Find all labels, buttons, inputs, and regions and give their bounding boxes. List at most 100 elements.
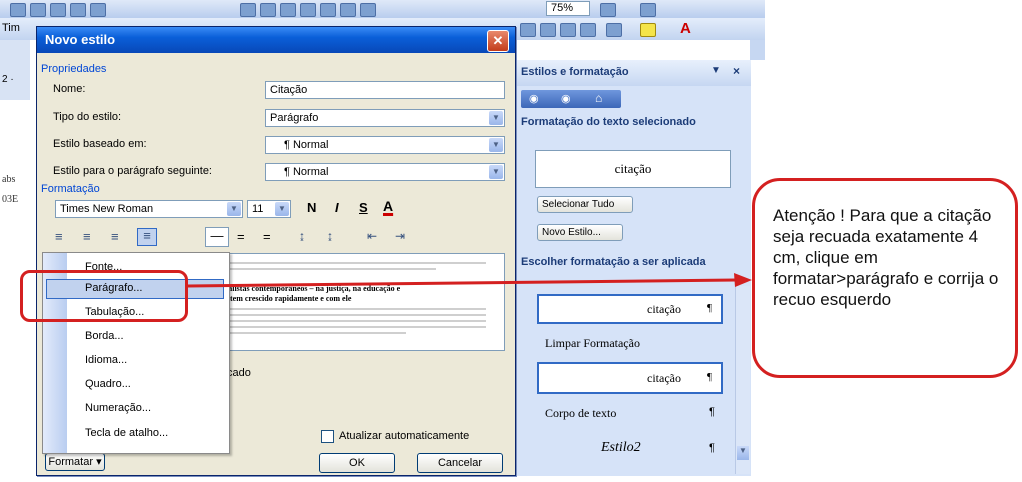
double-spacing-icon[interactable]: =: [263, 229, 271, 244]
style-item-body[interactable]: Corpo de texto: [545, 406, 616, 421]
annotation-callout: Atenção ! Para que a citação seja recuad…: [752, 178, 1018, 378]
align-left-icon[interactable]: ≡: [55, 229, 63, 244]
style-name: citação: [647, 302, 681, 316]
italic-button[interactable]: I: [335, 200, 339, 215]
toolbar-icon[interactable]: [90, 3, 106, 17]
style-type-value: Parágrafo: [270, 112, 319, 124]
format-button[interactable]: Formatar ▾: [45, 453, 105, 471]
align-center-icon[interactable]: ≡: [83, 229, 91, 244]
doc-text-fragment: 03E: [2, 194, 19, 205]
size-value: 11: [252, 203, 264, 215]
pane-nav-buttons[interactable]: ◉ ◉ ⌂: [521, 90, 621, 108]
toolbar-icon[interactable]: [320, 3, 336, 17]
home-icon[interactable]: ⌂: [595, 91, 602, 105]
highlight-icon[interactable]: [640, 23, 656, 37]
based-on-select[interactable]: ¶ Normal ▼: [265, 136, 505, 154]
formatting-group-label: Formatação: [41, 183, 100, 195]
word-standard-toolbar: 75%: [0, 0, 765, 19]
single-spacing-icon[interactable]: —: [205, 227, 229, 247]
font-select[interactable]: Times New Roman ▼: [55, 200, 243, 218]
indent-icon[interactable]: [560, 23, 576, 37]
onehalf-spacing-icon[interactable]: =: [237, 229, 245, 244]
highlight-rectangle: [20, 270, 188, 322]
cancel-button[interactable]: Cancelar: [417, 453, 503, 473]
chevron-down-icon[interactable]: ▼: [489, 111, 503, 125]
menu-item-numbering[interactable]: Numeração...: [85, 402, 151, 414]
toolbar-icon[interactable]: [300, 3, 316, 17]
forward-icon[interactable]: ◉: [561, 92, 571, 105]
scroll-down-icon[interactable]: ▼: [737, 446, 749, 460]
decrease-indent-icon[interactable]: ⇤: [367, 229, 377, 243]
pane-header: Estilos e formatação ▼ ×: [515, 60, 751, 86]
description-fragment: cado: [227, 367, 251, 379]
para-mark: ¶: [707, 302, 712, 314]
font-color-button[interactable]: A: [383, 198, 393, 214]
select-all-button[interactable]: Selecionar Tudo: [537, 196, 633, 213]
toolbar-icon[interactable]: [30, 3, 46, 17]
name-label: Nome:: [53, 83, 86, 95]
style-name: citação: [647, 371, 681, 385]
style-item-citacao-2[interactable]: citação ¶: [537, 362, 723, 394]
style-type-select[interactable]: Parágrafo ▼: [265, 109, 505, 127]
toolbar-icon[interactable]: [280, 3, 296, 17]
back-icon[interactable]: ◉: [529, 92, 539, 105]
menu-item-frame[interactable]: Quadro...: [85, 378, 131, 390]
zoom-box[interactable]: 75%: [546, 1, 590, 16]
bullets-icon[interactable]: [520, 23, 536, 37]
pane-menu-icon[interactable]: ▼: [711, 65, 721, 76]
arrow-head: [734, 273, 752, 287]
pane-scrollbar[interactable]: ▼: [735, 286, 750, 474]
selected-style-box[interactable]: citação: [535, 150, 731, 188]
ok-button[interactable]: OK: [319, 453, 395, 473]
menu-item-language[interactable]: Idioma...: [85, 354, 127, 366]
toolbar-icon[interactable]: [50, 3, 66, 17]
annotation-arrow: [187, 273, 752, 288]
chevron-down-icon[interactable]: ▼: [227, 202, 241, 216]
chevron-down-icon[interactable]: ▼: [275, 202, 289, 216]
toolbar-icon[interactable]: [360, 3, 376, 17]
font-color-icon[interactable]: A: [680, 20, 691, 37]
size-select[interactable]: 11 ▼: [247, 200, 291, 218]
menu-item-border[interactable]: Borda...: [85, 330, 124, 342]
based-on-label: Estilo baseado em:: [53, 138, 147, 150]
next-style-select[interactable]: ¶ Normal ▼: [265, 163, 505, 181]
style-item-clear[interactable]: Limpar Formatação: [545, 336, 640, 351]
numbering-icon[interactable]: [540, 23, 556, 37]
para-mark: ¶: [709, 406, 715, 418]
toolbar-icon[interactable]: [600, 3, 616, 17]
pane-close-icon[interactable]: ×: [733, 64, 740, 78]
increase-indent-icon[interactable]: ⇥: [395, 229, 405, 243]
ruler-area: 2 ·: [0, 40, 30, 100]
new-style-button[interactable]: Novo Estilo...: [537, 224, 623, 241]
apply-heading: Escolher formatação a ser aplicada: [521, 256, 706, 268]
menu-item-shortcut[interactable]: Tecla de atalho...: [85, 427, 168, 439]
border-icon[interactable]: [606, 23, 622, 37]
para-mark: ¶: [707, 371, 712, 383]
arrow-line: [187, 278, 737, 288]
chevron-down-icon[interactable]: ▼: [489, 165, 503, 179]
toolbar-icon[interactable]: [10, 3, 26, 17]
outdent-icon[interactable]: [580, 23, 596, 37]
align-right-icon[interactable]: ≡: [111, 229, 119, 244]
underline-button[interactable]: S: [359, 200, 368, 215]
font-box-partial[interactable]: Tim: [2, 22, 20, 34]
space-before-icon[interactable]: ↨: [299, 229, 305, 243]
dialog-titlebar[interactable]: Novo estilo ✕: [37, 27, 515, 53]
space-after-icon[interactable]: ↨: [327, 229, 333, 243]
next-style-value: ¶ Normal: [284, 166, 329, 178]
bold-button[interactable]: N: [307, 200, 316, 215]
name-input[interactable]: Citação: [265, 81, 505, 99]
close-icon[interactable]: ✕: [487, 30, 509, 52]
toolbar-icon[interactable]: [240, 3, 256, 17]
auto-update-checkbox[interactable]: [321, 430, 334, 443]
selected-text-heading: Formatação do texto selecionado: [521, 116, 696, 128]
toolbar-icon[interactable]: [640, 3, 656, 17]
toolbar-end: [750, 40, 765, 60]
justify-icon[interactable]: ≡: [137, 228, 157, 246]
toolbar-icon[interactable]: [260, 3, 276, 17]
toolbar-icon[interactable]: [70, 3, 86, 17]
annotation-text: Atenção ! Para que a citação seja recuad…: [773, 206, 999, 309]
toolbar-icon[interactable]: [340, 3, 356, 17]
chevron-down-icon[interactable]: ▼: [489, 138, 503, 152]
style-item-estilo2[interactable]: Estilo2: [601, 440, 641, 456]
